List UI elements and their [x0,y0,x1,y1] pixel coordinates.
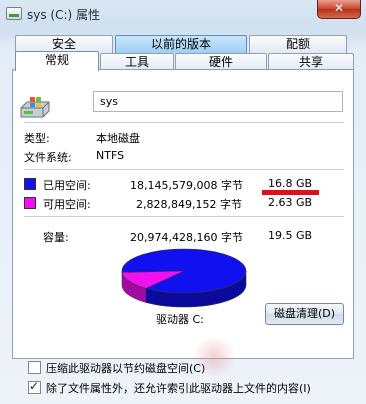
used-space-size: 16.8 GB [268,177,313,190]
separator [24,169,344,170]
index-contents-label[interactable]: 除了文件属性外，还允许索引此驱动器上文件的内容(I) [46,380,311,396]
red-underline-annotation [262,190,319,195]
disk-usage-pie-chart [121,248,247,308]
tab-quota[interactable]: 配额 [249,35,347,53]
drive-letter-label: 驱动器 C: [156,313,204,326]
close-button[interactable]: ✕ [317,0,361,19]
compress-drive-checkbox[interactable] [28,361,41,374]
index-contents-checkbox[interactable] [28,379,41,394]
capacity-label: 容量: [43,231,69,244]
separator [24,216,344,217]
filesystem-value: NTFS [96,149,125,162]
window-title: sys (C:) 属性 [27,8,101,22]
watermark-logo [190,338,238,376]
used-space-label: 已用空间: [43,179,91,192]
capacity-bytes: 20,974,428,160 字节 [130,231,243,244]
title-bar: sys (C:) 属性 ✕ [0,0,366,28]
free-space-bytes: 2,828,849,152 字节 [136,198,242,211]
separator [24,122,344,123]
free-space-label: 可用空间: [43,198,91,211]
drive-name-input[interactable] [93,91,343,112]
free-space-swatch [24,197,36,209]
used-space-bytes: 18,145,579,008 字节 [130,179,243,192]
disk-cleanup-button[interactable]: 磁盘清理(D) [265,303,344,325]
type-value: 本地磁盘 [96,132,140,145]
free-space-size: 2.63 GB [268,196,313,209]
hard-drive-icon [20,97,50,118]
tab-general[interactable]: 常规 [15,51,99,71]
type-label: 类型: [24,132,50,145]
drive-title-icon [6,7,22,20]
used-space-swatch [24,178,36,190]
filesystem-label: 文件系统: [24,151,72,164]
capacity-size: 19.5 GB [268,229,313,242]
tab-previous-versions[interactable]: 以前的版本 [115,35,247,53]
compress-drive-label[interactable]: 压缩此驱动器以节约磁盘空间(C) [46,360,205,376]
